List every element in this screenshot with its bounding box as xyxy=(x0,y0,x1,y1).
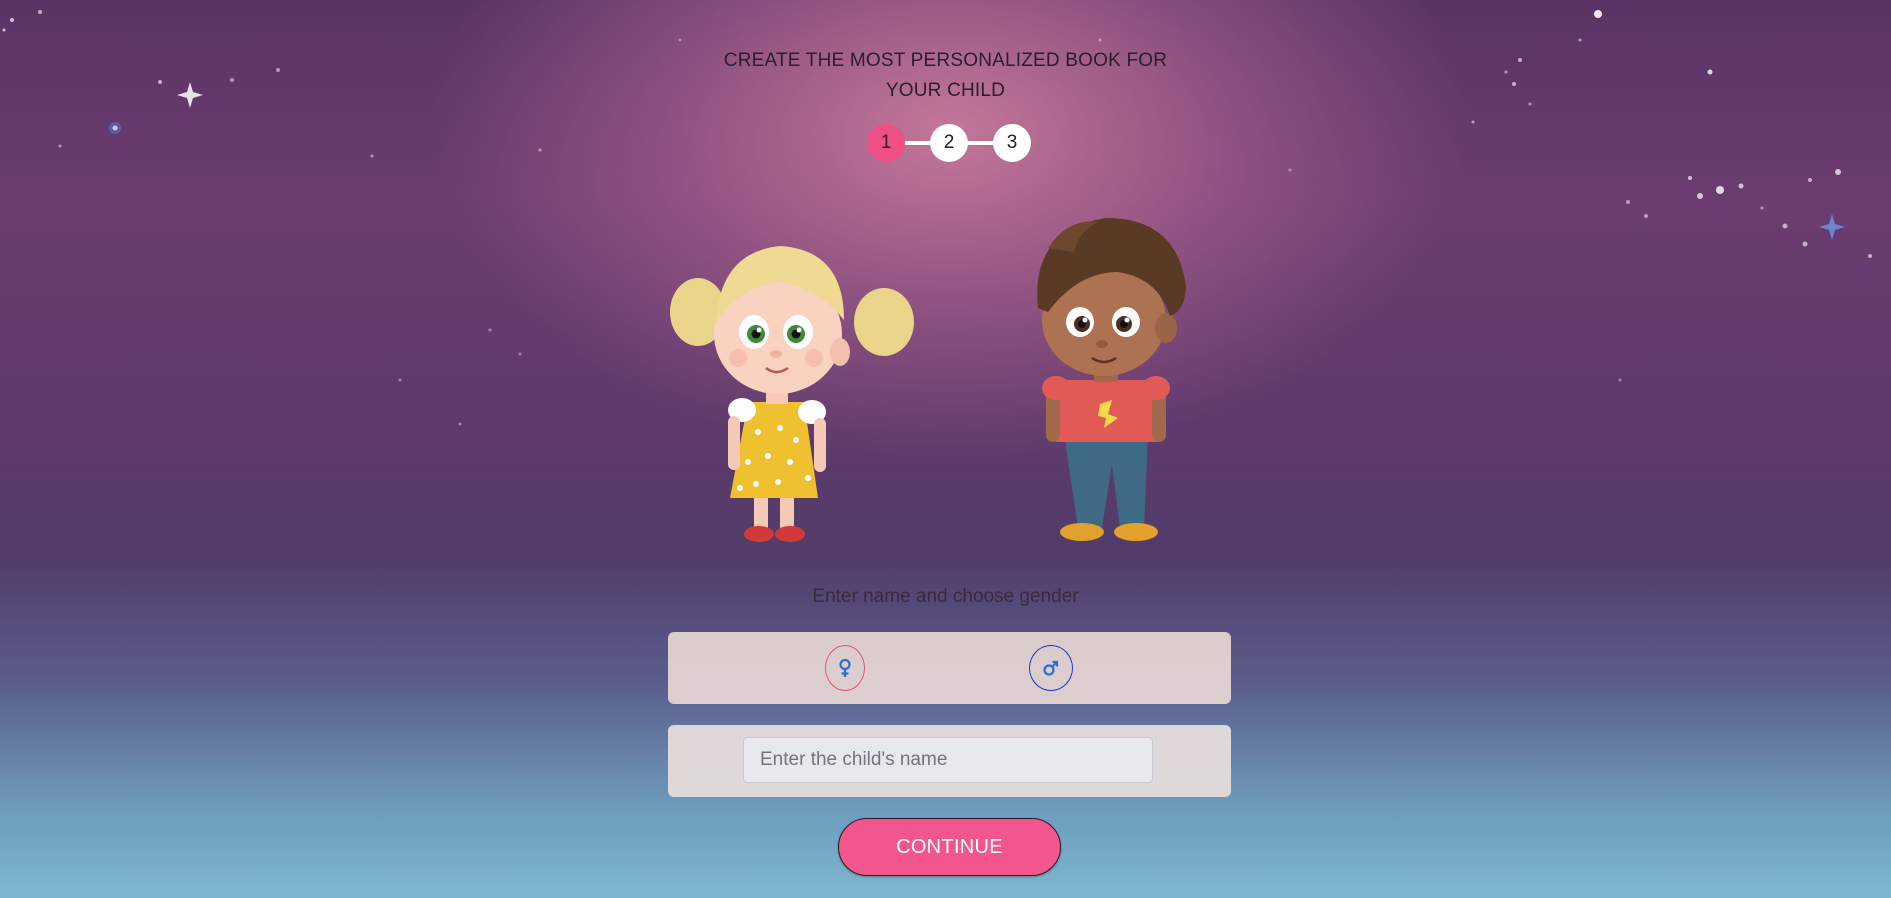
form-instruction: Enter name and choose gender xyxy=(812,586,1079,607)
female-gender-button[interactable] xyxy=(825,645,865,691)
child-name-input[interactable] xyxy=(743,737,1153,783)
boy-character[interactable] xyxy=(1008,208,1208,548)
continue-button[interactable]: CONTINUE xyxy=(838,818,1061,876)
page-title-line2: YOUR CHILD xyxy=(885,80,1006,101)
female-symbol-icon xyxy=(839,658,851,677)
name-input-panel xyxy=(668,725,1231,797)
step-3: 3 xyxy=(993,124,1031,162)
gender-selector-panel xyxy=(668,632,1231,704)
page-title: CREATE THE MOST PERSONALIZED BOOK FOR YO… xyxy=(0,46,1891,106)
girl-character[interactable] xyxy=(668,222,928,552)
step-1: 1 xyxy=(867,124,905,162)
step-2: 2 xyxy=(930,124,968,162)
stepper-connector xyxy=(903,141,933,145)
stepper-connector xyxy=(965,141,995,145)
page-title-line1: CREATE THE MOST PERSONALIZED BOOK FOR xyxy=(723,50,1168,71)
male-gender-button[interactable] xyxy=(1029,645,1073,691)
male-symbol-icon xyxy=(1043,660,1059,676)
progress-stepper: 1 2 3 xyxy=(867,124,1031,162)
